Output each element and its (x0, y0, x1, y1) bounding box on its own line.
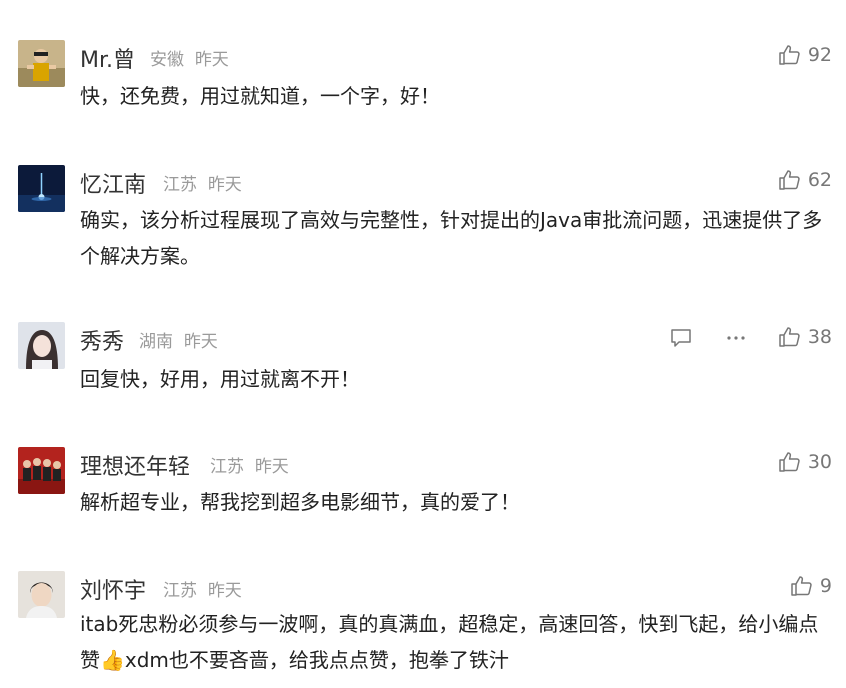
avatar[interactable] (18, 447, 65, 494)
thumbs-up-icon (779, 170, 800, 190)
timestamp: 昨天 (207, 581, 242, 601)
user-name[interactable]: 忆江南 (80, 167, 146, 199)
timestamp: 昨天 (207, 175, 242, 195)
user-name[interactable]: Mr.曾 (80, 42, 135, 74)
more-dots-icon (727, 336, 745, 340)
timestamp: 昨天 (194, 50, 229, 70)
location: 江苏 (210, 457, 244, 477)
timestamp: 昨天 (183, 332, 218, 352)
like-count: 62 (807, 169, 832, 191)
like-count: 9 (819, 575, 832, 597)
thumbs-up-icon (791, 576, 812, 596)
comment-list: Mr.曾 安徽 昨天 92 快，还免费，用过就知道，一个字，好！ 忆江南 江苏 … (0, 0, 846, 688)
avatar[interactable] (18, 165, 65, 212)
avatar[interactable] (18, 322, 65, 369)
like-button[interactable]: 38 (778, 325, 832, 349)
location: 湖南 (139, 332, 173, 352)
like-button[interactable]: 9 (790, 574, 832, 598)
user-name[interactable]: 理想还年轻 (80, 449, 190, 481)
thumbs-up-icon (779, 452, 800, 472)
location: 江苏 (163, 581, 197, 601)
thumbs-up-icon (779, 45, 800, 65)
like-button[interactable]: 30 (778, 450, 832, 474)
user-name[interactable]: 刘怀宇 (80, 573, 146, 605)
reply-button[interactable] (669, 326, 693, 350)
user-name[interactable]: 秀秀 (80, 324, 124, 356)
comment-text: itab死忠粉必须参与一波啊，真的真满血，超稳定，高速回答，快到飞起，给小编点赞… (80, 612, 819, 672)
location: 江苏 (163, 175, 197, 195)
avatar[interactable] (18, 571, 65, 618)
comment-meta: 江苏 昨天 (163, 576, 242, 601)
location: 安徽 (150, 50, 184, 70)
avatar[interactable] (18, 40, 65, 87)
comment-text: 确实，该分析过程展现了高效与完整性，针对提出的Java审批流问题，迅速提供了多个… (80, 208, 823, 268)
comment-meta: 江苏 昨天 (163, 170, 242, 195)
thumbs-up-icon (779, 327, 800, 347)
more-button[interactable] (724, 326, 748, 350)
like-button[interactable]: 62 (778, 168, 832, 192)
like-button[interactable]: 92 (778, 43, 832, 67)
comment-meta: 湖南 昨天 (139, 327, 218, 352)
timestamp: 昨天 (254, 457, 289, 477)
like-count: 38 (807, 326, 832, 348)
like-count: 30 (807, 451, 832, 473)
comment-meta: 安徽 昨天 (150, 45, 229, 70)
comment-icon (671, 329, 691, 347)
comment-text: 快，还免费，用过就知道，一个字，好！ (80, 84, 440, 108)
comment-text: 解析超专业，帮我挖到超多电影细节，真的爱了！ (80, 490, 520, 514)
comment-text: 回复快，好用，用过就离不开！ (80, 367, 360, 391)
comment-meta: 江苏 昨天 (210, 452, 289, 477)
like-count: 92 (807, 44, 832, 66)
